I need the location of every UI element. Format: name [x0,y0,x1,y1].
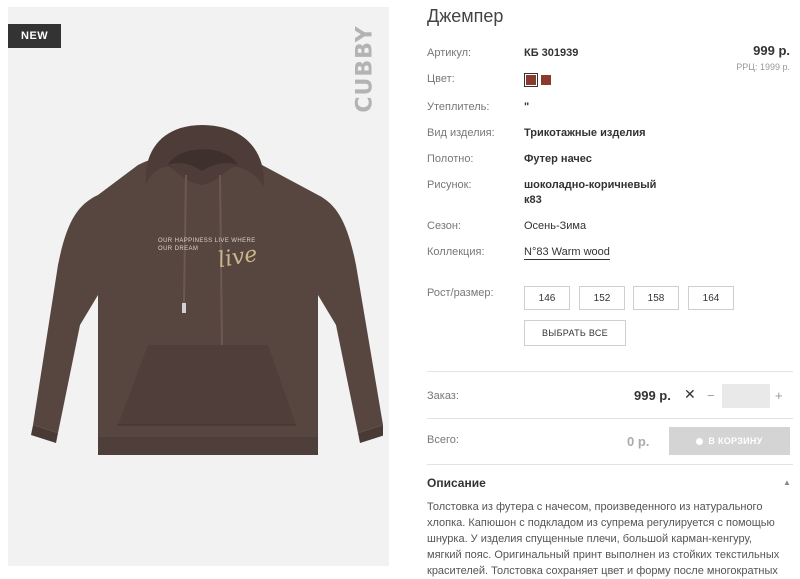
total-label: Всего: [427,434,459,446]
divider [427,464,793,465]
size-button-164[interactable]: 164 [688,286,734,310]
fabric-label: Полотно: [427,153,474,165]
color-label: Цвет: [427,73,455,85]
multiply-icon: ✕ [684,386,696,402]
order-price: 999 р. [634,388,671,403]
total-value: 0 р. [627,434,650,449]
size-label: Рост/размер: [427,287,494,299]
add-to-cart-button[interactable]: В КОРЗИНУ [669,427,790,455]
rrp-price: РРЦ: 1999 р. [736,62,790,72]
article-value: КБ 301939 [524,47,579,59]
product-price: 999 р. [753,43,790,58]
collection-label: Коллекция: [427,246,485,258]
collection-link[interactable]: N°83 Warm wood [524,246,610,260]
type-label: Вид изделия: [427,127,495,139]
decrease-quantity-button[interactable]: − [707,388,715,403]
increase-quantity-button[interactable]: + [775,388,783,403]
article-label: Артикул: [427,47,472,59]
brand-logo: CUBBY [352,25,378,113]
insulation-label: Утеплитель: [427,101,490,113]
order-label: Заказ: [427,390,459,402]
quantity-input[interactable] [722,384,770,408]
hoodie-image [31,125,383,455]
description-text: Толстовка из футера с начесом, произведе… [427,501,780,577]
fabric-value: Футер начес [524,153,592,165]
color-swatch[interactable] [541,75,551,85]
pattern-value: шоколадно-коричневый к83 [524,179,657,206]
divider [427,418,793,419]
size-button-146[interactable]: 146 [524,286,570,310]
divider [427,371,793,372]
insulation-value: " [524,101,530,113]
product-title: Джемпер [427,6,504,26]
color-swatch-selected[interactable] [524,73,538,87]
select-all-button[interactable]: ВЫБРАТЬ ВСЕ [524,320,626,346]
size-button-152[interactable]: 152 [579,286,625,310]
season-label: Сезон: [427,220,461,232]
description-heading[interactable]: Описание [427,476,486,490]
collapse-caret-icon[interactable]: ▲ [783,478,791,487]
season-value: Осень-Зима [524,220,587,232]
new-badge: NEW [8,24,62,48]
size-button-158[interactable]: 158 [633,286,679,310]
product-photo[interactable]: NEW CUBBY OUR HAPPINESS LIVE WHERE OUR D… [8,7,389,566]
type-value: Трикотажные изделия [524,127,646,139]
cart-icon [696,437,704,445]
pattern-label: Рисунок: [427,179,472,191]
